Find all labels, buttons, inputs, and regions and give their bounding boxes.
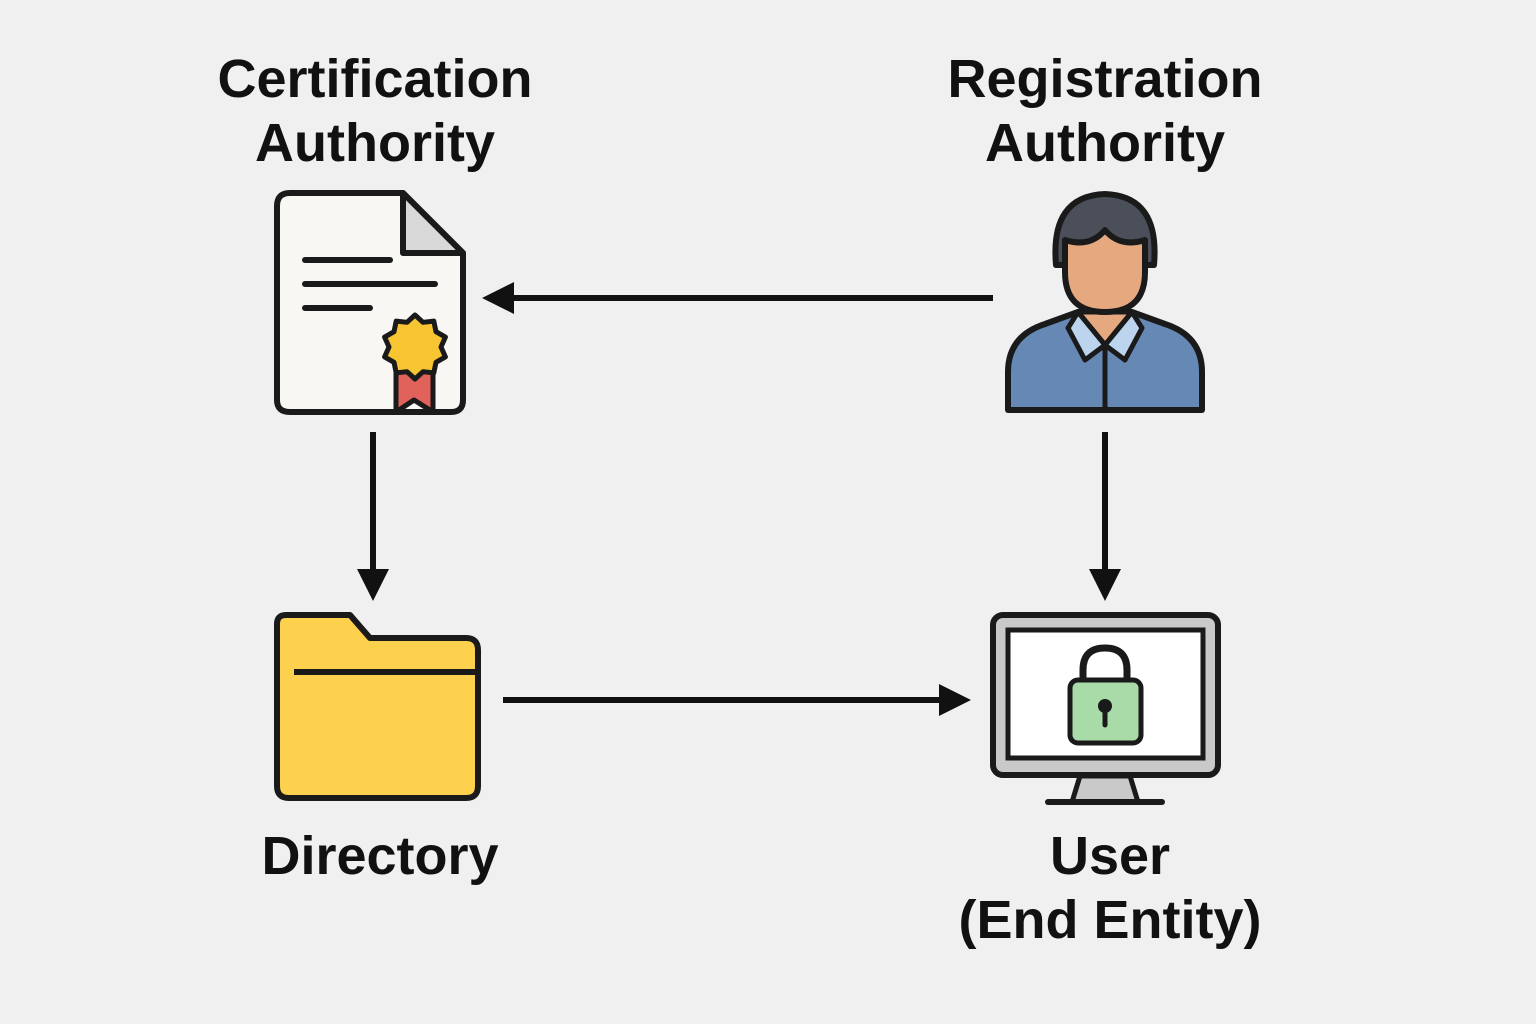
pki-diagram: Certification Authority Registration Aut… bbox=[0, 0, 1536, 1024]
registration-authority-label: Registration Authority bbox=[905, 47, 1305, 175]
directory-label: Directory bbox=[180, 824, 580, 888]
certification-authority-label-line2: Authority bbox=[255, 113, 495, 173]
certificate-seal bbox=[382, 312, 448, 382]
arrowhead-ca-to-directory bbox=[357, 569, 389, 601]
user-label: User (End Entity) bbox=[910, 824, 1310, 952]
certification-authority-label-line1: Certification bbox=[217, 49, 533, 109]
arrowhead-directory-to-user bbox=[939, 684, 971, 716]
arrowhead-ra-to-ca bbox=[482, 282, 514, 314]
arrowhead-ra-to-user bbox=[1089, 569, 1121, 601]
user-label-line1: User bbox=[1049, 826, 1171, 886]
directory-label-line1: Directory bbox=[261, 826, 499, 886]
registration-authority-label-line1: Registration bbox=[947, 49, 1263, 109]
certification-authority-label: Certification Authority bbox=[175, 47, 575, 175]
folder-body bbox=[274, 612, 481, 801]
person-face bbox=[1062, 227, 1148, 315]
certificate-fold bbox=[400, 190, 466, 256]
monitor-lock-icon bbox=[990, 612, 1221, 805]
user-label-line2: (End Entity) bbox=[958, 890, 1262, 950]
person-icon bbox=[1005, 191, 1205, 413]
registration-authority-label-line2: Authority bbox=[985, 113, 1225, 173]
certificate-icon bbox=[274, 190, 466, 415]
folder-icon bbox=[274, 612, 481, 801]
monitor-stand bbox=[1069, 773, 1141, 805]
